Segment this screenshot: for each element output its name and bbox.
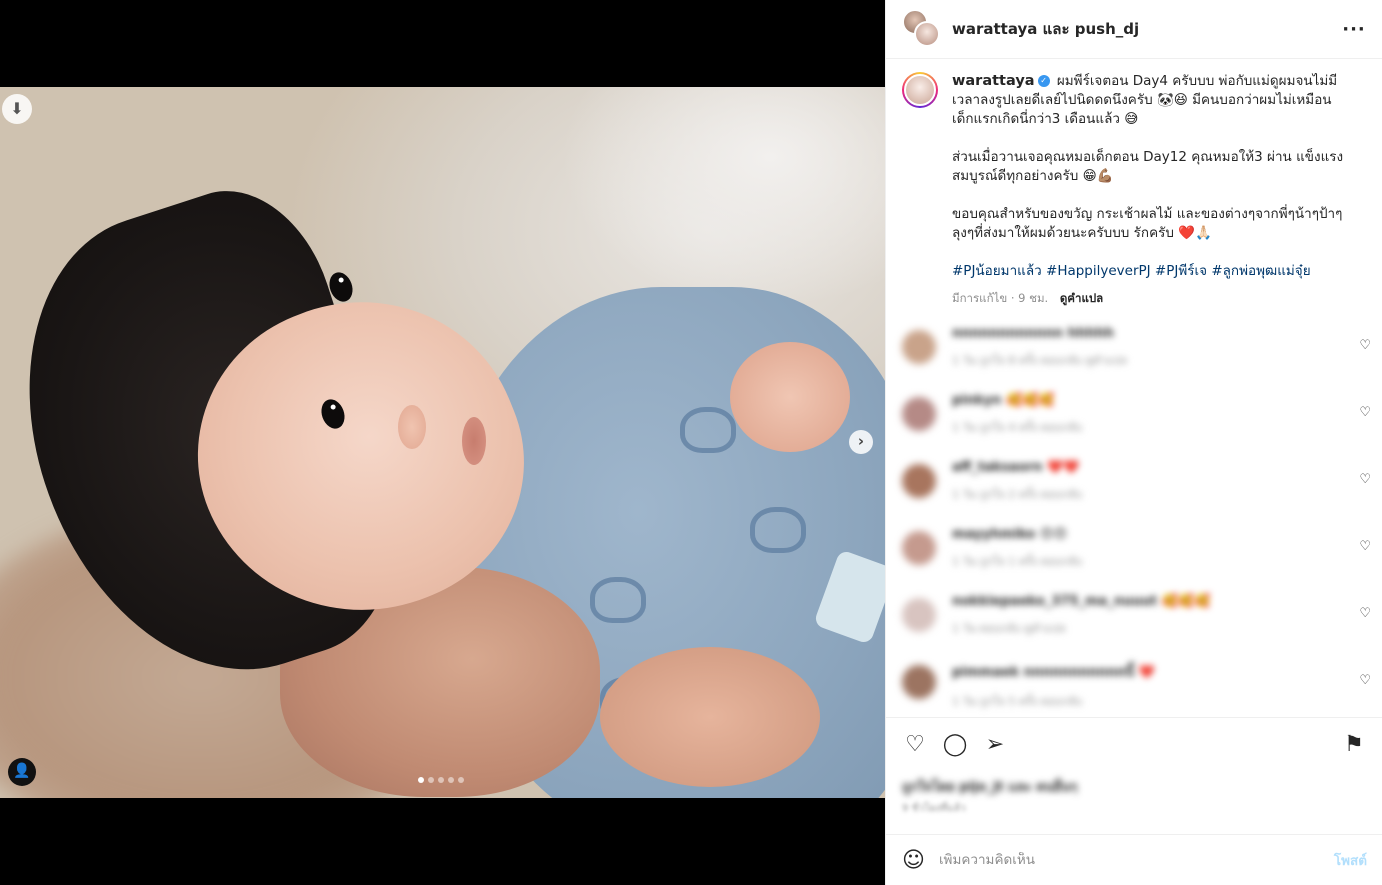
comment: mayyhmiko 😍😍 1 วัน ถูกใจ 1 ครั้ง ตอบกลับ…: [886, 527, 1382, 594]
carousel-dot: [458, 777, 464, 783]
carousel-dot: [448, 777, 454, 783]
avatar[interactable]: [914, 21, 940, 47]
user-tag-icon[interactable]: 👤: [8, 758, 36, 786]
heart-icon[interactable]: ♡: [1359, 606, 1371, 621]
caption-paragraph: ขอบคุณสำหรับของขวัญ กระเช้าผลไม้ และของต…: [952, 206, 1343, 241]
comment-list: nnnnnnnnnnnn hhhhh 1 วัน ถูกใจ 8 ครั้ง ต…: [886, 326, 1382, 716]
comment-text: hhhhh: [1067, 326, 1114, 341]
heart-icon[interactable]: ♡: [1359, 405, 1371, 420]
comment-username[interactable]: nokkiepaeko_375_ma_nuuut: [952, 594, 1157, 609]
caption-paragraph: ส่วนเมื่อวานเจอคุณหมอเด็กตอน Day12 คุณหม…: [952, 149, 1344, 184]
baby-arm: [600, 647, 820, 787]
comment-meta: 1 วัน ถูกใจ 8 ครั้ง ตอบกลับ ดูคำแปล: [952, 354, 1128, 367]
baby-mouth: [462, 417, 486, 465]
post-authors[interactable]: warattaya และ push_dj: [952, 17, 1342, 41]
avatar[interactable]: [902, 397, 936, 431]
edited-time: มีการแก้ไข · 9 ชม.: [952, 291, 1049, 305]
avatar[interactable]: [902, 330, 936, 364]
comment-meta: 1 วัน ถูกใจ 2 ครั้ง ตอบกลับ: [952, 488, 1083, 501]
heart-icon[interactable]: ♡: [902, 732, 928, 757]
photo-background: [560, 87, 885, 307]
caption: warattaya ✓ ผมพีร์เจตอน Day4 ครับบบ พ่อกั…: [886, 60, 1382, 308]
comment-meta: 1 วัน ตอบกลับ ดูคำแปล: [952, 622, 1066, 635]
comment-text: 😍😍: [1039, 527, 1067, 542]
likes-summary[interactable]: ถูกใจโดย pijo_jt และ คนอื่นๆ: [902, 776, 1367, 797]
caption-meta: มีการแก้ไข · 9 ชม. ดูคำแปล: [952, 289, 1352, 308]
comment-text: ❤️❤️: [1047, 460, 1080, 475]
add-comment-bar: ☺ โพสต์: [886, 834, 1382, 885]
comment-meta: 1 วัน ถูกใจ 4 ครั้ง ตอบกลับ: [952, 421, 1083, 434]
post-photo[interactable]: [0, 87, 885, 798]
avatar[interactable]: [902, 531, 936, 565]
caption-username[interactable]: warattaya: [952, 73, 1035, 89]
post-actions: ♡ ◯ ➢ ⚑ ถูกใจโดย pijo_jt และ คนอื่นๆ 9 ช…: [886, 717, 1382, 834]
comment: pimmaek nnnnnnnnnnnนี้ ❤️ 1 วัน ถูกใจ 5 …: [886, 661, 1382, 716]
carousel-indicator: [418, 777, 464, 783]
carousel-dot: [418, 777, 424, 783]
emoji-icon[interactable]: ☺: [902, 848, 925, 873]
comment-username[interactable]: nnnnnnnnnnnn: [952, 326, 1063, 341]
comment-text: nnnnnnnnnnnนี้ ❤️: [1023, 665, 1156, 680]
post-media: ⬇ › 👤: [0, 0, 885, 885]
comment-text: 🥰🥰🥰: [1005, 393, 1055, 408]
post-time: 9 ชั่วโมงที่แล้ว: [902, 803, 966, 814]
heart-icon[interactable]: ♡: [1359, 539, 1371, 554]
baby-nose: [398, 405, 426, 449]
comment-meta: 1 วัน ถูกใจ 5 ครั้ง ตอบกลับ: [952, 695, 1083, 708]
comment-meta: 1 วัน ถูกใจ 1 ครั้ง ตอบกลับ: [952, 555, 1083, 568]
post-header: warattaya และ push_dj ···: [886, 0, 1382, 59]
chevron-right-icon[interactable]: ›: [849, 430, 873, 454]
caption-hashtags[interactable]: #PJน้อยมาแล้ว #HappilyeverPJ #PJพีร์เจ #…: [952, 262, 1352, 281]
more-horizontal-icon[interactable]: ···: [1342, 19, 1366, 40]
comment-username[interactable]: aff_taksaorn: [952, 460, 1043, 475]
avatar[interactable]: [902, 665, 936, 699]
comment-username[interactable]: pimmaek: [952, 665, 1019, 680]
penguin-print: [680, 407, 736, 453]
bookmark-icon[interactable]: ⚑: [1341, 732, 1367, 757]
penguin-print: [750, 507, 806, 553]
post-side-panel: warattaya และ push_dj ··· warattaya ✓ ผมพ…: [885, 0, 1382, 885]
heart-icon[interactable]: ♡: [1359, 673, 1371, 688]
carousel-dot: [438, 777, 444, 783]
comment: aff_taksaorn ❤️❤️ 1 วัน ถูกใจ 2 ครั้ง ตอ…: [886, 460, 1382, 527]
avatar[interactable]: [902, 464, 936, 498]
caption-and-comments[interactable]: warattaya ✓ ผมพีร์เจตอน Day4 ครับบบ พ่อกั…: [886, 60, 1382, 716]
collab-avatars[interactable]: [902, 9, 942, 49]
comment-text: 🥰🥰🥰: [1161, 594, 1211, 609]
post-comment-button[interactable]: โพสต์: [1334, 849, 1367, 871]
see-translation-link[interactable]: ดูคำแปล: [1060, 291, 1103, 305]
heart-icon[interactable]: ♡: [1359, 472, 1371, 487]
author-avatar[interactable]: [902, 72, 938, 108]
comment-icon[interactable]: ◯: [942, 732, 968, 757]
comment: nokkiepaeko_375_ma_nuuut 🥰🥰🥰 1 วัน ตอบกล…: [886, 594, 1382, 661]
comment: nnnnnnnnnnnn hhhhh 1 วัน ถูกใจ 8 ครั้ง ต…: [886, 326, 1382, 393]
comment-input[interactable]: [938, 852, 1334, 868]
download-icon[interactable]: ⬇: [2, 94, 32, 124]
comment-username[interactable]: mayyhmiko: [952, 527, 1035, 542]
penguin-print: [590, 577, 646, 623]
verified-badge-icon: ✓: [1037, 75, 1050, 87]
share-icon[interactable]: ➢: [982, 732, 1008, 757]
heart-icon[interactable]: ♡: [1359, 338, 1371, 353]
comment: pinkyn 🥰🥰🥰 1 วัน ถูกใจ 4 ครั้ง ตอบกลับ ♡: [886, 393, 1382, 460]
baby-fist: [730, 342, 850, 452]
avatar[interactable]: [902, 598, 936, 632]
carousel-dot: [428, 777, 434, 783]
comment-username[interactable]: pinkyn: [952, 393, 1001, 408]
